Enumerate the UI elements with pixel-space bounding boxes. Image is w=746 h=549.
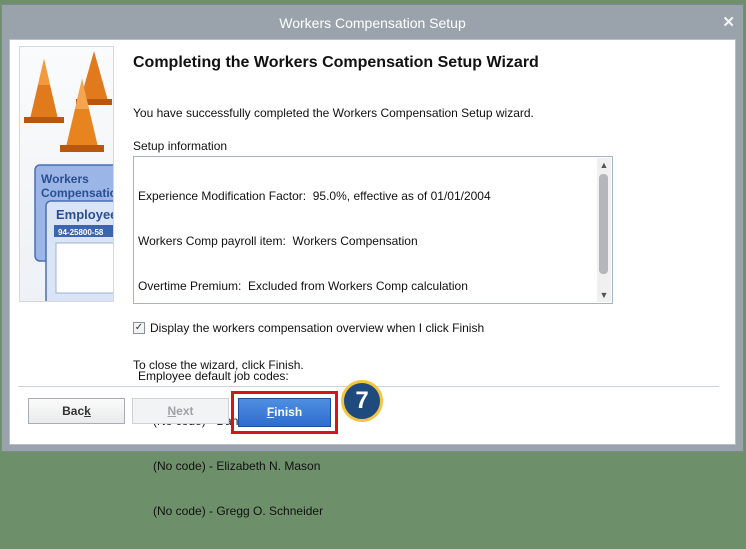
window-title: Workers Compensation Setup	[279, 15, 466, 31]
close-instruction: To close the wizard, click Finish.	[133, 358, 304, 372]
setup-line: Overtime Premium: Excluded from Workers …	[138, 279, 468, 293]
dialog-window: Workers Compensation Setup ✕ Workers Com…	[1, 4, 744, 518]
title-bar: Workers Compensation Setup ✕	[2, 5, 743, 39]
finish-highlight-frame: Finish	[231, 391, 338, 434]
overview-checkbox[interactable]: ✓	[133, 322, 145, 334]
next-button[interactable]: Next	[132, 398, 229, 424]
wizard-illustration: Workers Compensation Employee 94-25800-5…	[19, 46, 114, 302]
setup-line: Experience Modification Factor: 95.0%, e…	[138, 189, 491, 203]
scroll-up-icon[interactable]: ▲	[597, 158, 611, 172]
setup-line: (No code) - Elizabeth N. Mason	[153, 459, 321, 473]
setup-info-label: Setup information	[133, 139, 228, 153]
scroll-down-icon[interactable]: ▼	[597, 288, 611, 302]
close-icon[interactable]: ✕	[722, 5, 735, 39]
intro-text: You have successfully completed the Work…	[133, 106, 534, 120]
back-button[interactable]: Back	[28, 398, 125, 424]
setup-line: (No code) - Gregg O. Schneider	[153, 504, 324, 518]
wizard-body: Workers Compensation Employee 94-25800-5…	[9, 39, 736, 518]
traffic-cone-icon	[24, 59, 64, 123]
overview-checkbox-row[interactable]: ✓ Display the workers compensation overv…	[133, 321, 484, 335]
page-title: Completing the Workers Compensation Setu…	[133, 54, 539, 71]
side-card2-title: Employee	[56, 207, 113, 222]
side-card1-line2: Compensation	[41, 186, 113, 200]
step-number-badge: 7	[341, 380, 383, 422]
vertical-scrollbar[interactable]: ▲ ▼	[597, 158, 611, 302]
cones-and-forms-illustration: Workers Compensation Employee 94-25800-5…	[24, 51, 113, 301]
scroll-thumb[interactable]	[599, 174, 608, 274]
finish-button[interactable]: Finish	[238, 398, 331, 427]
setup-info-textbox[interactable]: Experience Modification Factor: 95.0%, e…	[133, 156, 613, 518]
setup-info-lines: Experience Modification Factor: 95.0%, e…	[138, 159, 594, 518]
checkmark-icon: ✓	[134, 322, 144, 333]
overview-checkbox-label[interactable]: Display the workers compensation overvie…	[150, 321, 484, 335]
setup-line: Workers Comp payroll item: Workers Compe…	[138, 234, 418, 248]
side-card2-number: 94-25800-58	[58, 228, 104, 237]
side-card1-line1: Workers	[41, 172, 89, 186]
